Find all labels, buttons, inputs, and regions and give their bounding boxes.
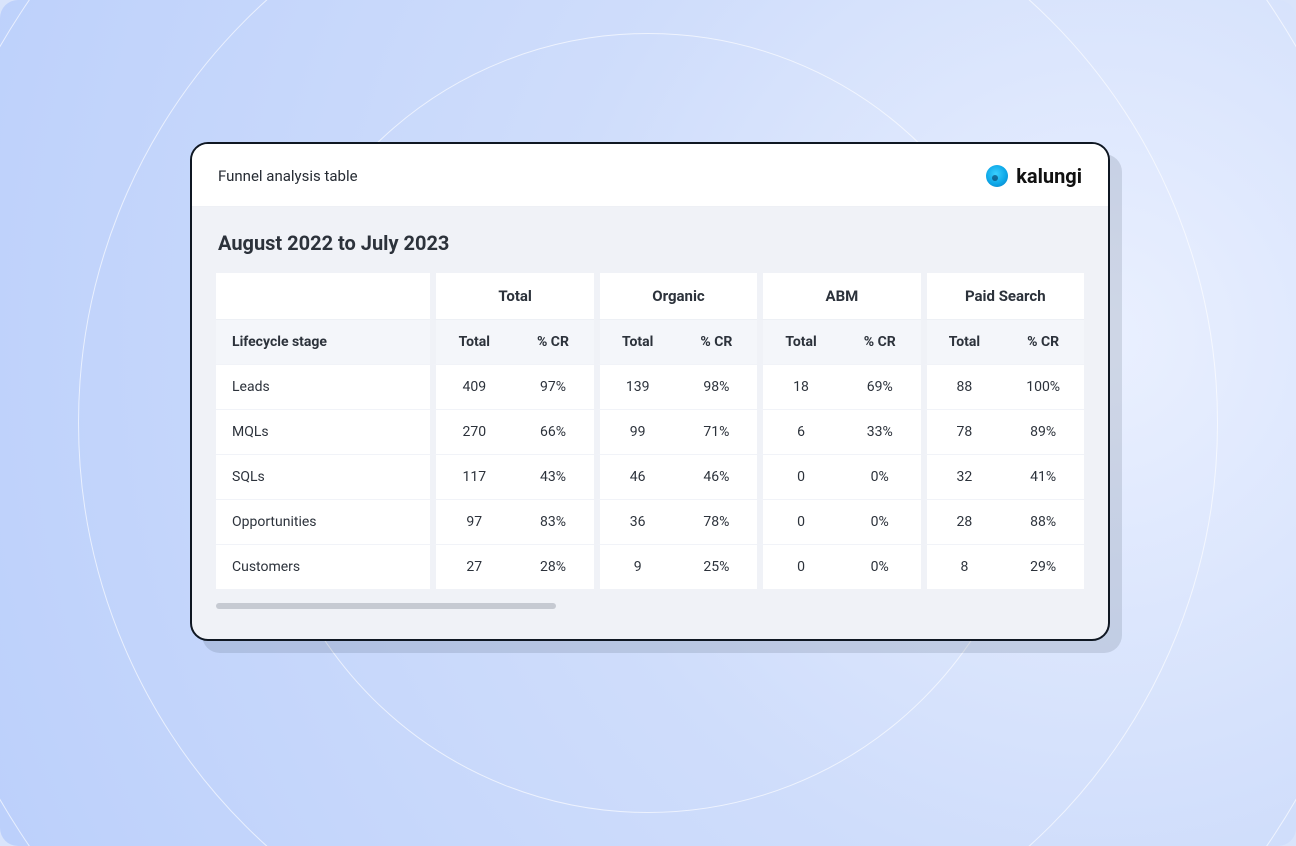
subhead-total: Total bbox=[757, 320, 839, 364]
value-total-cell: 0 bbox=[757, 544, 839, 589]
value-total-cell: 97 bbox=[430, 499, 512, 544]
brand-logo: kalungi bbox=[986, 164, 1082, 188]
value-total-cell: 99 bbox=[594, 409, 676, 454]
group-header-paidsearch: Paid Search bbox=[921, 273, 1084, 320]
value-cr-cell: 66% bbox=[512, 409, 594, 454]
table-row: SQLs11743%4646%00%3241% bbox=[216, 454, 1084, 499]
value-cr-cell: 29% bbox=[1002, 544, 1084, 589]
value-cr-cell: 33% bbox=[839, 409, 921, 454]
table-row: Opportunities9783%3678%00%2888% bbox=[216, 499, 1084, 544]
table-group-header-row: Total Organic ABM Paid Search bbox=[216, 273, 1084, 320]
value-total-cell: 18 bbox=[757, 364, 839, 409]
value-cr-cell: 0% bbox=[839, 454, 921, 499]
value-cr-cell: 97% bbox=[512, 364, 594, 409]
table-row: Leads40997%13998%1869%88100% bbox=[216, 364, 1084, 409]
value-total-cell: 46 bbox=[594, 454, 676, 499]
table-sub-header-row: Lifecycle stage Total % CR Total % CR To… bbox=[216, 320, 1084, 364]
subhead-cr: % CR bbox=[839, 320, 921, 364]
value-cr-cell: 69% bbox=[839, 364, 921, 409]
group-header-organic: Organic bbox=[594, 273, 757, 320]
card-header: Funnel analysis table kalungi bbox=[192, 144, 1108, 207]
table-header-blank bbox=[216, 273, 430, 320]
value-total-cell: 32 bbox=[921, 454, 1003, 499]
value-cr-cell: 41% bbox=[1002, 454, 1084, 499]
value-cr-cell: 71% bbox=[676, 409, 758, 454]
value-total-cell: 0 bbox=[757, 454, 839, 499]
subhead-cr: % CR bbox=[512, 320, 594, 364]
value-cr-cell: 0% bbox=[839, 499, 921, 544]
stage-cell: Leads bbox=[216, 364, 430, 409]
value-cr-cell: 100% bbox=[1002, 364, 1084, 409]
value-total-cell: 409 bbox=[430, 364, 512, 409]
table-body: Leads40997%13998%1869%88100%MQLs27066%99… bbox=[216, 364, 1084, 589]
value-total-cell: 9 bbox=[594, 544, 676, 589]
brand-name: kalungi bbox=[1016, 164, 1082, 188]
card-title: Funnel analysis table bbox=[218, 167, 358, 185]
value-total-cell: 6 bbox=[757, 409, 839, 454]
stage-cell: SQLs bbox=[216, 454, 430, 499]
table-row: MQLs27066%9971%633%7889% bbox=[216, 409, 1084, 454]
value-total-cell: 270 bbox=[430, 409, 512, 454]
report-card: Funnel analysis table kalungi August 202… bbox=[190, 142, 1110, 641]
value-total-cell: 139 bbox=[594, 364, 676, 409]
value-total-cell: 28 bbox=[921, 499, 1003, 544]
subhead-cr: % CR bbox=[1002, 320, 1084, 364]
table-row: Customers2728%925%00%829% bbox=[216, 544, 1084, 589]
stage-cell: Customers bbox=[216, 544, 430, 589]
group-header-total: Total bbox=[430, 273, 593, 320]
subhead-total: Total bbox=[594, 320, 676, 364]
subhead-total: Total bbox=[921, 320, 1003, 364]
group-header-abm: ABM bbox=[757, 273, 920, 320]
subhead-total: Total bbox=[430, 320, 512, 364]
date-range-title: August 2022 to July 2023 bbox=[218, 231, 1084, 255]
value-cr-cell: 88% bbox=[1002, 499, 1084, 544]
stage-cell: MQLs bbox=[216, 409, 430, 454]
value-cr-cell: 83% bbox=[512, 499, 594, 544]
value-cr-cell: 89% bbox=[1002, 409, 1084, 454]
value-cr-cell: 78% bbox=[676, 499, 758, 544]
value-cr-cell: 28% bbox=[512, 544, 594, 589]
stage-header: Lifecycle stage bbox=[216, 320, 430, 364]
horizontal-scrollbar-thumb[interactable] bbox=[216, 603, 556, 609]
value-cr-cell: 98% bbox=[676, 364, 758, 409]
value-cr-cell: 0% bbox=[839, 544, 921, 589]
brand-logo-icon bbox=[986, 165, 1008, 187]
horizontal-scrollbar[interactable] bbox=[216, 603, 1084, 609]
value-total-cell: 88 bbox=[921, 364, 1003, 409]
value-cr-cell: 25% bbox=[676, 544, 758, 589]
value-total-cell: 117 bbox=[430, 454, 512, 499]
value-total-cell: 0 bbox=[757, 499, 839, 544]
value-total-cell: 8 bbox=[921, 544, 1003, 589]
value-cr-cell: 43% bbox=[512, 454, 594, 499]
card-body: August 2022 to July 2023 Total Organic A… bbox=[192, 207, 1108, 639]
table-head: Total Organic ABM Paid Search Lifecycle … bbox=[216, 273, 1084, 364]
funnel-table-wrap: Total Organic ABM Paid Search Lifecycle … bbox=[216, 273, 1084, 609]
value-total-cell: 27 bbox=[430, 544, 512, 589]
value-total-cell: 36 bbox=[594, 499, 676, 544]
subhead-cr: % CR bbox=[676, 320, 758, 364]
value-total-cell: 78 bbox=[921, 409, 1003, 454]
value-cr-cell: 46% bbox=[676, 454, 758, 499]
funnel-table: Total Organic ABM Paid Search Lifecycle … bbox=[216, 273, 1084, 589]
stage-cell: Opportunities bbox=[216, 499, 430, 544]
